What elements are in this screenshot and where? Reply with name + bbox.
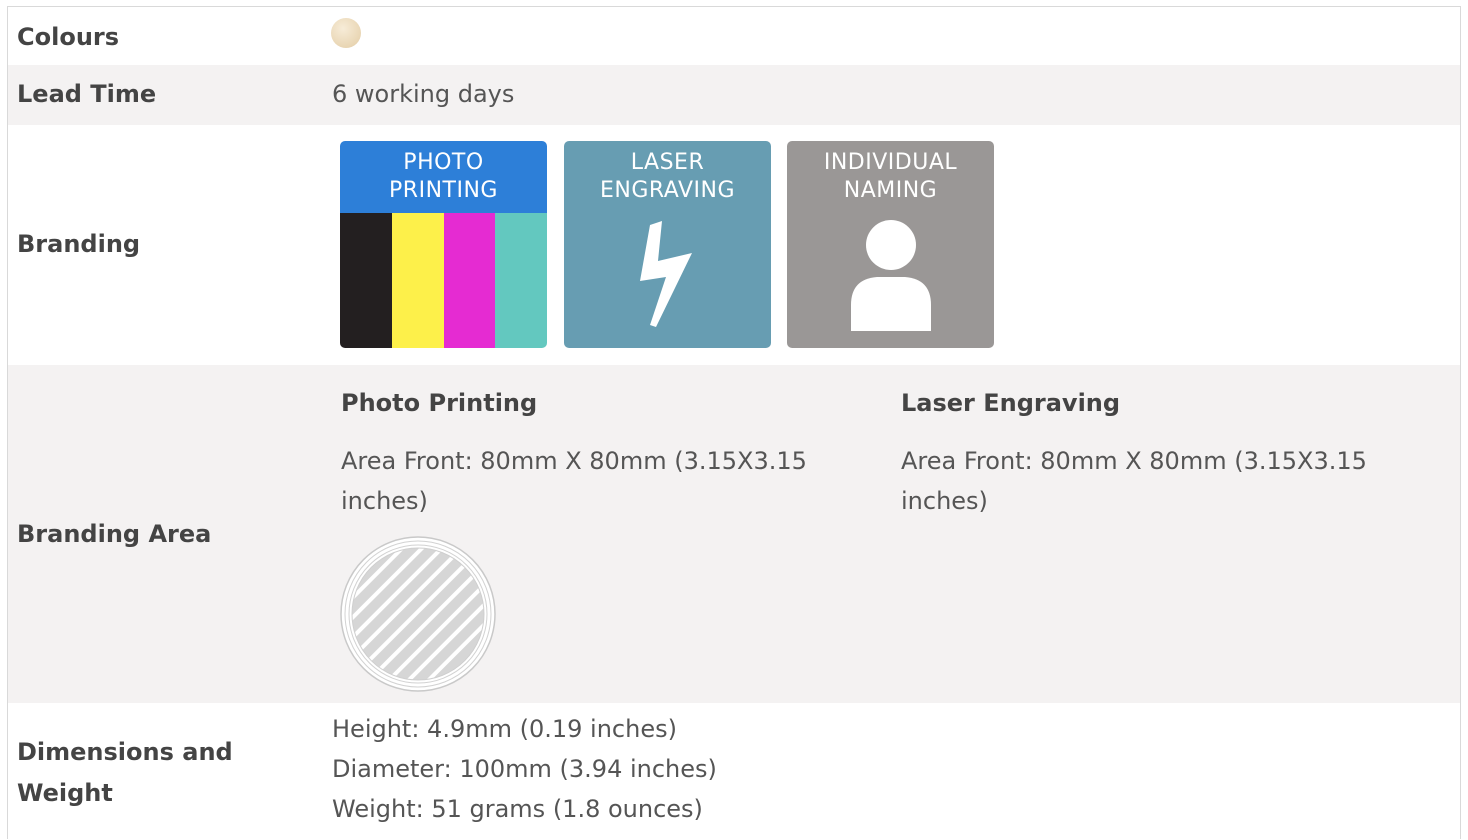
diameter-value: Diameter: 100mm (3.94 inches) bbox=[332, 755, 717, 783]
laser-engraving-area: Laser Engraving Area Front: 80mm X 80mm … bbox=[901, 383, 1391, 521]
spec-row-branding-area: Branding Area Photo Printing Area Front:… bbox=[8, 365, 1460, 703]
person-icon bbox=[851, 220, 931, 331]
lead-time-label: Lead Time bbox=[17, 80, 157, 108]
yellow-bar bbox=[391, 213, 444, 348]
individual-naming-title: INDIVIDUAL NAMING bbox=[823, 150, 958, 203]
black-bar bbox=[340, 213, 392, 348]
photo-printing-heading: Photo Printing bbox=[341, 389, 538, 417]
branding-area-label: Branding Area bbox=[17, 520, 212, 548]
photo-printing-area: Photo Printing Area Front: 80mm X 80mm (… bbox=[341, 383, 831, 521]
colours-label: Colours bbox=[17, 23, 120, 51]
lightning-bolt-icon bbox=[640, 221, 692, 327]
weight-value: Weight: 51 grams (1.8 ounces) bbox=[332, 795, 703, 823]
spec-row-lead-time: Lead Time 6 working days bbox=[8, 65, 1460, 125]
laser-engraving-area-detail: Area Front: 80mm X 80mm (3.15X3.15 inche… bbox=[901, 447, 1367, 515]
laser-engraving-title: LASER ENGRAVING bbox=[600, 150, 735, 203]
lead-time-value: 6 working days bbox=[332, 80, 515, 108]
spec-row-dimensions: Dimensions and Weight Height: 4.9mm (0.1… bbox=[8, 703, 1460, 840]
dimensions-values: Height: 4.9mm (0.19 inches) Diameter: 10… bbox=[332, 709, 717, 829]
cmyk-colour-bars-icon bbox=[340, 213, 547, 348]
height-value: Height: 4.9mm (0.19 inches) bbox=[332, 715, 677, 743]
cyan-bar bbox=[495, 213, 547, 348]
product-specs-table: Colours Lead Time 6 working days Brandin… bbox=[7, 6, 1461, 839]
dimensions-label: Dimensions and Weight bbox=[17, 738, 233, 807]
laser-engraving-tile: LASER ENGRAVING bbox=[564, 141, 771, 348]
photo-printing-area-detail: Area Front: 80mm X 80mm (3.15X3.15 inche… bbox=[341, 447, 807, 515]
branding-label: Branding bbox=[17, 230, 141, 258]
photo-printing-tile: PHOTO PRINTING bbox=[340, 141, 547, 348]
laser-engraving-heading: Laser Engraving bbox=[901, 389, 1121, 417]
branding-area-diagram-icon bbox=[340, 536, 496, 692]
colour-swatch[interactable] bbox=[331, 18, 361, 48]
individual-naming-tile: INDIVIDUAL NAMING bbox=[787, 141, 994, 348]
magenta-bar bbox=[443, 213, 496, 348]
photo-printing-title: PHOTO PRINTING bbox=[389, 150, 498, 203]
spec-row-branding: Branding PHOTO PRINTING LASER ENGRAVING bbox=[8, 125, 1460, 365]
spec-row-colours: Colours bbox=[8, 7, 1460, 65]
